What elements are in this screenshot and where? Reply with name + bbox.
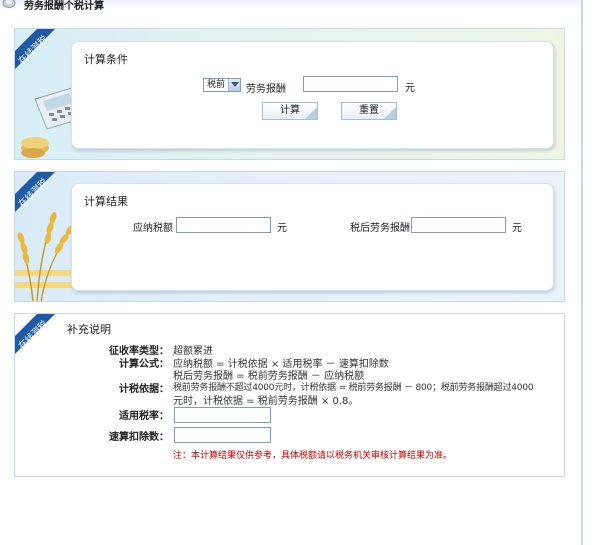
rate-label: 适用税率：: [119, 411, 169, 422]
after-tax-income-label: 税后劳务报酬: [350, 223, 410, 234]
labor-income-label: 劳务报酬: [246, 84, 286, 95]
disclaimer-note: 注：本计算结果仅供参考，具体税额请以税务机关审核计算结果为准。: [173, 451, 453, 461]
title-bar: 劳务报酬个税计算: [0, 0, 582, 12]
formula-label: 计算公式：: [119, 359, 169, 370]
fold-corner: [305, 107, 317, 119]
pretax-select[interactable]: 税前: [203, 78, 241, 92]
deduction-input[interactable]: [174, 427, 271, 443]
rate-input[interactable]: [174, 407, 271, 423]
conditions-panel: 在线测税 计算条件 税前 劳务报酬 元 计算 重置: [14, 28, 565, 160]
supplement-title: 补充说明: [67, 323, 111, 336]
conditions-title: 计算条件: [84, 53, 128, 66]
pretax-select-value: 税前: [207, 80, 226, 90]
labor-income-unit: 元: [405, 83, 415, 94]
results-panel: 在线测税 计算结果 应纳税额 元 税后劳务报酬 元: [14, 171, 565, 302]
fold-corner: [384, 107, 396, 119]
results-title: 计算结果: [84, 195, 128, 208]
basis-line-2: 元时，计税依据 = 税前劳务报酬 × 0.8。: [173, 396, 359, 407]
chevron-down-icon[interactable]: [228, 79, 240, 91]
results-card: 计算结果 应纳税额 元 税后劳务报酬 元: [71, 183, 554, 291]
calculate-button[interactable]: 计算: [262, 102, 318, 120]
reset-button[interactable]: 重置: [341, 102, 397, 120]
frame-border: [581, 0, 583, 545]
labor-income-input[interactable]: [303, 76, 398, 92]
tax-amount-output[interactable]: [176, 217, 271, 233]
basis-label: 计税依据：: [119, 384, 169, 395]
tax-amount-unit: 元: [277, 223, 287, 234]
coin-icon: [2, 0, 16, 8]
deduction-label: 速算扣除数：: [109, 432, 169, 443]
after-tax-income-output[interactable]: [411, 217, 506, 233]
after-tax-income-unit: 元: [512, 223, 522, 234]
page-title: 劳务报酬个税计算: [24, 1, 104, 12]
calculate-button-label: 计算: [280, 105, 300, 116]
conditions-card: 计算条件 税前 劳务报酬 元 计算 重置: [71, 41, 554, 149]
supplement-panel: 在线测税 补充说明 征收率类型： 超额累进 计算公式： 应纳税额 = 计税依据 …: [14, 313, 565, 477]
tax-amount-label: 应纳税额: [133, 223, 173, 234]
reset-button-label: 重置: [359, 105, 379, 116]
